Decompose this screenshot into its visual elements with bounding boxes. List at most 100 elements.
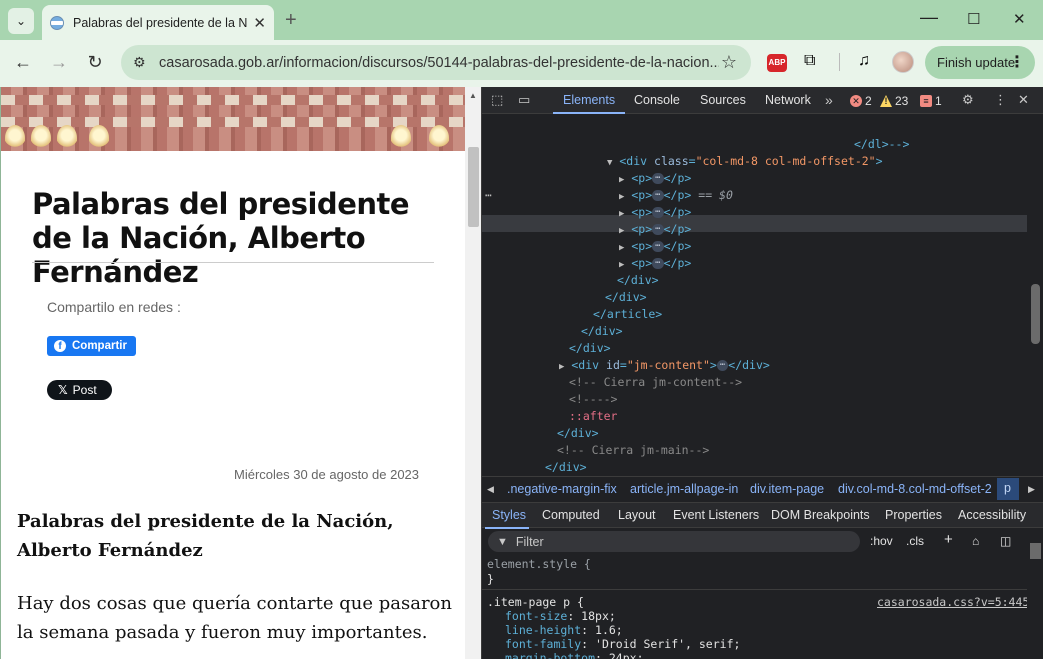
breadcrumb-item[interactable]: div.item-page: [750, 482, 824, 496]
styles-filter-input[interactable]: ▼ Filter: [488, 531, 860, 552]
dom-line[interactable]: </div>: [557, 425, 599, 442]
dom-line[interactable]: ▼ <div class="col-md-8 col-md-offset-2">: [607, 153, 883, 170]
error-count: 2: [865, 94, 872, 108]
dom-comment[interactable]: <!-- Cierra jm-main-->: [557, 442, 709, 459]
dom-line[interactable]: </article>: [593, 306, 662, 323]
breadcrumb-item-selected[interactable]: p: [997, 478, 1019, 500]
breadcrumb-left-icon[interactable]: ◀: [487, 484, 494, 495]
media-controls-icon[interactable]: ♫: [858, 52, 870, 70]
breadcrumb-item[interactable]: .negative-margin-fix: [507, 482, 617, 496]
scrollbar-thumb[interactable]: [1030, 543, 1041, 559]
styles-scrollbar[interactable]: [1027, 528, 1043, 659]
row-options-icon[interactable]: ⋯: [485, 187, 492, 204]
adblock-icon[interactable]: ABP: [767, 54, 787, 72]
dom-line[interactable]: </div>: [581, 323, 623, 340]
x-post-button[interactable]: 𝕏 Post: [47, 380, 112, 400]
dom-comment[interactable]: <!-- Cierra jm-content-->: [569, 374, 742, 391]
tab-sources[interactable]: Sources: [700, 93, 746, 107]
expand-arrow-icon[interactable]: ▶: [619, 192, 624, 202]
finish-update-button[interactable]: Finish update ⋮: [925, 46, 1035, 79]
more-tabs-icon[interactable]: »: [825, 92, 833, 108]
dom-line[interactable]: ▶ <p> ⋯ </p>: [619, 170, 691, 187]
tab-styles[interactable]: Styles: [492, 508, 526, 522]
tab-network[interactable]: Network: [765, 93, 811, 107]
css-property[interactable]: font-size: 18px;: [505, 609, 616, 623]
back-icon[interactable]: ←: [12, 52, 34, 73]
device-toolbar-icon[interactable]: ▭: [518, 92, 530, 108]
site-info-icon[interactable]: ⚙: [133, 54, 157, 71]
dom-line[interactable]: ▶ <p> ⋯ </p>: [619, 204, 691, 221]
expand-arrow-icon[interactable]: ▶: [619, 226, 624, 236]
expand-arrow-icon[interactable]: ▶: [619, 243, 624, 253]
dom-line-selected[interactable]: ▶ <p> ⋯ </p> == $0: [619, 187, 733, 204]
scroll-up-icon[interactable]: ▲: [469, 91, 477, 100]
dom-line[interactable]: </div>: [569, 340, 611, 357]
browser-tab[interactable]: Palabras del presidente de la Nación ✕: [42, 5, 274, 40]
close-devtools-icon[interactable]: ✕: [1018, 92, 1029, 108]
tab-computed[interactable]: Computed: [542, 508, 600, 522]
facebook-share-button[interactable]: f Compartir: [47, 336, 136, 356]
new-tab-button[interactable]: +: [285, 9, 297, 32]
scrollbar-thumb[interactable]: [1031, 284, 1040, 344]
css-selector[interactable]: .item-page p {: [487, 595, 584, 609]
hover-state-button[interactable]: :hov: [870, 534, 893, 548]
dom-line[interactable]: </dl>-->: [854, 136, 909, 153]
tab-layout[interactable]: Layout: [618, 508, 656, 522]
expand-arrow-icon[interactable]: ▶: [619, 209, 624, 219]
tab-console[interactable]: Console: [634, 93, 680, 107]
sidebar-toggle-icon[interactable]: ◫: [1000, 534, 1011, 548]
expand-arrow-icon[interactable]: ▶: [619, 260, 624, 270]
dom-line[interactable]: ▶ <div id="jm-content"> ⋯ </div>: [559, 357, 770, 374]
x-logo-icon: 𝕏: [58, 383, 68, 397]
css-property[interactable]: line-height: 1.6;: [505, 623, 623, 637]
breadcrumb-item[interactable]: div.col-md-8.col-md-offset-2: [838, 482, 992, 496]
dom-line[interactable]: ▶ <p> ⋯ </p>: [619, 238, 691, 255]
expand-arrow-icon[interactable]: ▶: [559, 362, 564, 372]
page-scrollbar[interactable]: ▲: [465, 87, 481, 659]
issues-count-badge[interactable]: ≡ 1: [920, 94, 942, 108]
profile-avatar[interactable]: [892, 51, 914, 73]
bookmark-star-icon[interactable]: ☆: [721, 52, 737, 73]
breadcrumb-item[interactable]: article.jm-allpage-in: [630, 482, 738, 496]
expand-arrow-icon[interactable]: ▶: [619, 175, 624, 185]
css-property[interactable]: font-family: 'Droid Serif', serif;: [505, 637, 740, 651]
inspect-element-icon[interactable]: ⬚: [491, 92, 503, 108]
minimize-icon[interactable]: —: [920, 7, 938, 28]
tab-accessibility[interactable]: Accessibility: [958, 508, 1026, 522]
tab-close-icon[interactable]: ✕: [253, 14, 266, 32]
address-bar[interactable]: ⚙ casarosada.gob.ar/informacion/discurso…: [121, 45, 751, 80]
dom-pseudo-element[interactable]: ::after: [569, 408, 617, 425]
close-window-icon[interactable]: ✕: [1013, 10, 1026, 28]
class-toggle-button[interactable]: .cls: [906, 534, 924, 548]
tab-elements[interactable]: Elements: [563, 93, 615, 107]
paint-icon[interactable]: ⌂: [972, 534, 979, 548]
settings-gear-icon[interactable]: ⚙: [962, 92, 974, 108]
element-style-selector[interactable]: element.style {: [487, 557, 591, 571]
dom-line[interactable]: </div>: [605, 289, 647, 306]
dom-line[interactable]: ▶ <p> ⋯ </p>: [619, 255, 691, 272]
extensions-icon[interactable]: ⧉: [804, 52, 815, 70]
reload-icon[interactable]: ↻: [84, 52, 106, 73]
forward-icon[interactable]: →: [48, 52, 70, 73]
new-rule-icon[interactable]: +: [944, 531, 953, 548]
scrollbar-thumb[interactable]: [468, 147, 479, 227]
devtools-menu-icon[interactable]: ⋮: [994, 92, 1007, 108]
error-count-badge[interactable]: ✕ 2: [850, 94, 872, 108]
css-property[interactable]: margin-bottom: 24px;: [505, 651, 644, 659]
dom-comment[interactable]: <!---->: [569, 391, 617, 408]
warning-count-badge[interactable]: ! 23: [880, 94, 908, 108]
dom-scrollbar[interactable]: [1027, 114, 1043, 474]
url-text[interactable]: casarosada.gob.ar/informacion/discursos/…: [159, 55, 719, 71]
tab-dom-breakpoints[interactable]: DOM Breakpoints: [771, 508, 870, 522]
dom-line[interactable]: ▶ <p> ⋯ </p>: [619, 221, 691, 238]
maximize-icon[interactable]: ☐: [967, 10, 980, 28]
tab-event-listeners[interactable]: Event Listeners: [673, 508, 759, 522]
breadcrumb-right-icon[interactable]: ▶: [1028, 484, 1035, 495]
dom-line[interactable]: </div>: [617, 272, 659, 289]
tab-properties[interactable]: Properties: [885, 508, 942, 522]
collapse-arrow-icon[interactable]: ▼: [607, 158, 612, 168]
css-source-link[interactable]: casarosada.css?v=5:445: [877, 595, 1027, 609]
menu-kebab-icon[interactable]: ⋮: [1009, 52, 1025, 72]
tab-search-button[interactable]: ⌄: [8, 8, 34, 34]
dom-line[interactable]: </div>: [545, 459, 587, 474]
